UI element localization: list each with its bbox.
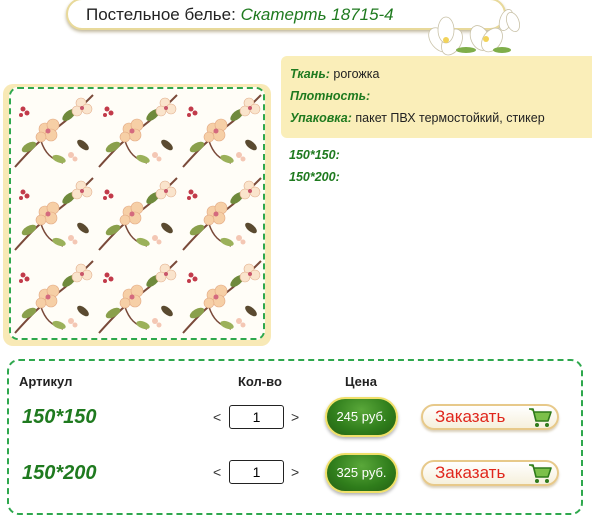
quantity-input[interactable] bbox=[229, 460, 284, 484]
quantity-increase-button[interactable]: > bbox=[291, 464, 299, 480]
size-option-1: 150*150: bbox=[289, 148, 340, 162]
column-header-quantity: Кол-во bbox=[238, 374, 282, 389]
spec-fabric: Ткань: рогожка bbox=[290, 67, 379, 81]
quantity-decrease-button[interactable]: < bbox=[213, 409, 221, 425]
order-table bbox=[7, 359, 583, 515]
order-button[interactable]: Заказать bbox=[421, 460, 559, 486]
page-title: Постельное белье: Скатерть 18715-4 bbox=[86, 5, 394, 25]
column-header-article: Артикул bbox=[19, 374, 73, 389]
flower-decoration-icon bbox=[428, 9, 520, 56]
row-article: 150*200 bbox=[22, 462, 97, 484]
order-button-label: Заказать bbox=[435, 463, 506, 482]
title-product-name: Скатерть 18715-4 bbox=[240, 5, 394, 24]
spec-packaging-label: Упаковка: bbox=[290, 111, 352, 125]
spec-fabric-value: рогожка bbox=[333, 67, 380, 81]
shopping-cart-icon bbox=[529, 408, 552, 427]
quantity-input[interactable] bbox=[229, 405, 284, 429]
shopping-cart-icon bbox=[529, 464, 552, 483]
spec-fabric-label: Ткань: bbox=[290, 67, 330, 81]
price-badge: 325 руб. bbox=[325, 453, 398, 493]
spec-packaging-value: пакет ПВХ термостойкий, стикер bbox=[355, 111, 545, 125]
order-button-label: Заказать bbox=[435, 407, 506, 426]
spec-density: Плотность: bbox=[290, 89, 370, 103]
column-header-price: Цена bbox=[345, 374, 377, 389]
quantity-decrease-button[interactable]: < bbox=[213, 464, 221, 480]
title-category: Постельное белье: bbox=[86, 5, 236, 24]
quantity-increase-button[interactable]: > bbox=[291, 409, 299, 425]
order-button[interactable]: Заказать bbox=[421, 404, 559, 430]
row-article: 150*150 bbox=[22, 406, 97, 428]
spec-density-label: Плотность: bbox=[290, 89, 371, 103]
product-specs: Ткань: рогожка Плотность: Упаковка: паке… bbox=[281, 56, 592, 138]
product-image[interactable] bbox=[9, 87, 265, 340]
product-image-frame bbox=[3, 84, 271, 346]
size-option-2: 150*200: bbox=[289, 170, 340, 184]
spec-packaging: Упаковка: пакет ПВХ термостойкий, стикер bbox=[290, 111, 545, 125]
price-badge: 245 руб. bbox=[325, 397, 398, 437]
